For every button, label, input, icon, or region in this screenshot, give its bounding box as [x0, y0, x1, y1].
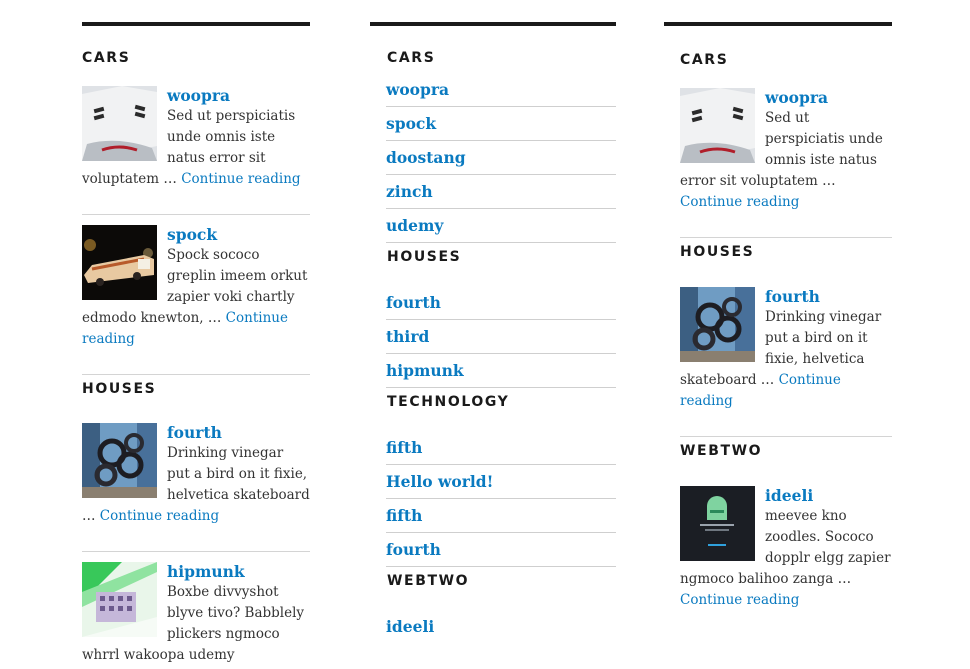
list-item: zinch	[386, 175, 616, 209]
list-item: fourth	[386, 286, 616, 320]
houses-heading: HOUSES	[82, 381, 157, 397]
divider	[680, 237, 892, 238]
post-link[interactable]: ideeli	[386, 610, 616, 637]
post-item: woopra Sed ut perspiciatis unde omnis is…	[82, 86, 310, 214]
houses-heading: HOUSES	[387, 249, 462, 265]
post-link[interactable]: spock	[386, 107, 616, 134]
webtwo-heading: WEBTWO	[680, 443, 763, 459]
list-item: udemy	[386, 209, 616, 243]
technology-link-list: fifth Hello world! fifth fourth	[386, 431, 616, 567]
cars-heading: CARS	[387, 50, 436, 66]
post-link[interactable]: udemy	[386, 209, 616, 236]
post-link[interactable]: Hello world!	[386, 465, 616, 492]
continue-reading-link[interactable]: Continue reading	[100, 508, 219, 524]
post-link[interactable]: hipmunk	[386, 354, 616, 381]
webtwo-heading: WEBTWO	[387, 573, 470, 589]
cars-heading: CARS	[82, 50, 131, 66]
posts-widget-column-3: CARS woopra Sed ut perspiciatis unde omn…	[664, 22, 892, 611]
post-item: spock Spock sococo greplin imeem orkut z…	[82, 225, 310, 374]
continue-reading-link[interactable]: Continue reading	[680, 592, 799, 608]
list-item: Hello world!	[386, 465, 616, 499]
post-link[interactable]: doostang	[386, 141, 616, 168]
post-item: ideeli meevee kno zoodles. Sococo dopplr…	[680, 486, 892, 611]
houses-heading: HOUSES	[680, 244, 755, 260]
category-links-column: CARS woopra spock doostang zinch udemy H…	[370, 22, 616, 643]
post-link[interactable]: fifth	[386, 431, 616, 458]
post-item: woopra Sed ut perspiciatis unde omnis is…	[680, 88, 892, 237]
cars-widget-column-1: CARS woopra Sed ut perspiciatis unde omn…	[82, 22, 310, 666]
post-thumbnail[interactable]	[680, 486, 755, 561]
post-thumbnail[interactable]	[82, 423, 157, 498]
continue-reading-link[interactable]: Continue reading	[680, 194, 799, 210]
list-item: fourth	[386, 533, 616, 567]
post-thumbnail[interactable]	[82, 562, 157, 637]
list-item: doostang	[386, 141, 616, 175]
divider	[82, 214, 310, 215]
post-item: fourth Drinking vinegar put a bird on it…	[82, 423, 310, 551]
list-item: spock	[386, 107, 616, 141]
list-item: woopra	[386, 73, 616, 107]
divider	[680, 436, 892, 437]
list-item: third	[386, 320, 616, 354]
post-thumbnail[interactable]	[82, 225, 157, 300]
continue-reading-link[interactable]: Continue reading	[181, 171, 300, 187]
list-item: fifth	[386, 499, 616, 533]
post-link[interactable]: zinch	[386, 175, 616, 202]
post-thumbnail[interactable]	[82, 86, 157, 161]
post-link[interactable]: third	[386, 320, 616, 347]
post-item: hipmunk Boxbe divvyshot blyve tivo? Babb…	[82, 562, 310, 666]
post-link[interactable]: fourth	[386, 533, 616, 560]
list-item: hipmunk	[386, 354, 616, 388]
post-link[interactable]: fourth	[386, 286, 616, 313]
list-item: fifth	[386, 431, 616, 465]
cars-link-list: woopra spock doostang zinch udemy	[386, 73, 616, 243]
list-item: ideeli	[386, 610, 616, 643]
post-item: fourth Drinking vinegar put a bird on it…	[680, 287, 892, 436]
webtwo-link-list: ideeli	[386, 610, 616, 643]
divider	[82, 551, 310, 552]
cars-heading: CARS	[680, 52, 729, 68]
post-link[interactable]: woopra	[386, 73, 616, 100]
houses-link-list: fourth third hipmunk	[386, 286, 616, 388]
post-thumbnail[interactable]	[680, 287, 755, 362]
post-thumbnail[interactable]	[680, 88, 755, 163]
post-link[interactable]: fifth	[386, 499, 616, 526]
divider	[82, 374, 310, 375]
technology-heading: TECHNOLOGY	[387, 394, 510, 410]
